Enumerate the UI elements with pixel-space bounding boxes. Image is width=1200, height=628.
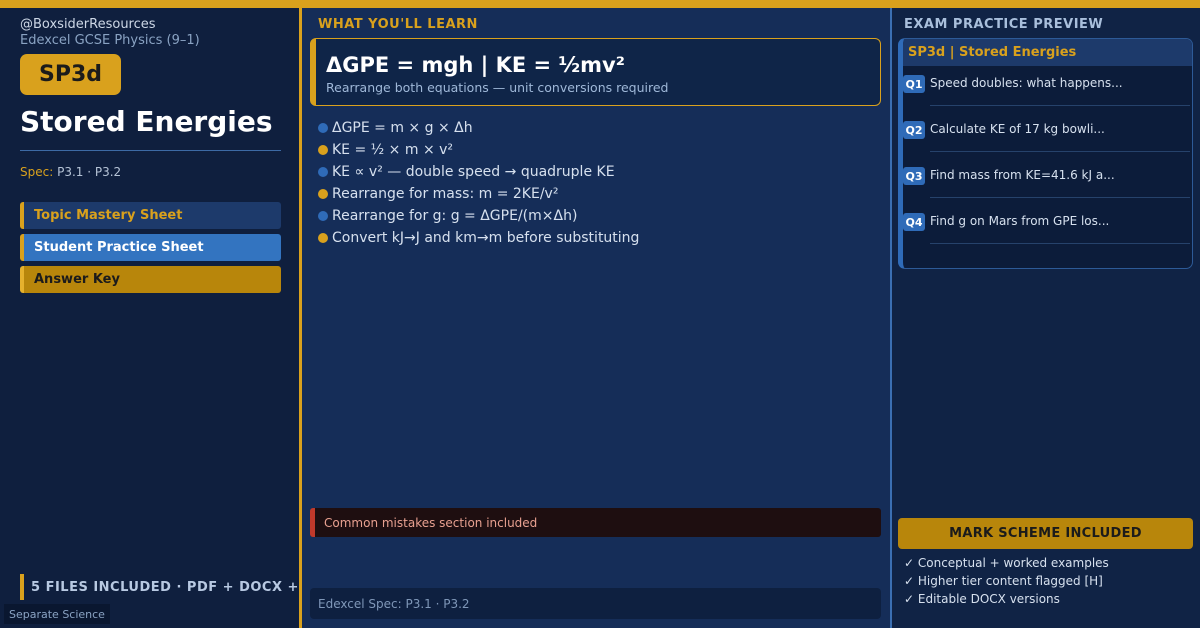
question-text: Speed doubles: what happens... xyxy=(930,76,1123,90)
list-item: ΔGPE = m × g × Δh xyxy=(318,117,639,139)
answer-line xyxy=(930,105,1190,106)
learning-point: Rearrange for g: g = ΔGPE/(m×Δh) xyxy=(332,208,578,224)
list-item: KE ∝ v² — double speed → quadruple KE xyxy=(318,161,639,183)
student-practice-sheet-button[interactable]: Student Practice Sheet xyxy=(20,234,281,261)
question-number-badge: Q3 xyxy=(903,167,925,185)
answer-line xyxy=(930,197,1190,198)
answer-line xyxy=(930,243,1190,244)
exam-card-title: SP3d | Stored Energies xyxy=(903,39,1192,66)
author-handle: @BoxsiderResources xyxy=(20,17,156,32)
question-number-badge: Q4 xyxy=(903,213,925,231)
exam-preview-panel: EXAM PRACTICE PREVIEW SP3d | Stored Ener… xyxy=(892,8,1200,628)
question-text: Find g on Mars from GPE los... xyxy=(930,214,1110,228)
bullet-dot-icon xyxy=(318,233,328,243)
question-row: Q1 Speed doubles: what happens... xyxy=(903,71,1192,117)
brand-label: Separate Science xyxy=(4,604,110,624)
course-name: Edexcel GCSE Physics (9–1) xyxy=(20,33,200,48)
learning-point: KE ∝ v² — double speed → quadruple KE xyxy=(332,164,615,180)
question-number-badge: Q1 xyxy=(903,75,925,93)
common-mistakes-notice: Common mistakes section included xyxy=(310,508,881,537)
top-accent-bar xyxy=(0,0,1200,8)
bullet-dot-icon xyxy=(318,145,328,155)
learning-point: Convert kJ→J and km→m before substitutin… xyxy=(332,230,640,246)
question-row: Q3 Find mass from KE=41.6 kJ a... xyxy=(903,163,1192,209)
question-text: Calculate KE of 17 kg bowli... xyxy=(930,122,1105,136)
learning-point: KE = ½ × m × v² xyxy=(332,142,454,158)
question-row: Q4 Find g on Mars from GPE los... xyxy=(903,209,1192,255)
list-item: KE = ½ × m × v² xyxy=(318,139,639,161)
question-row: Q2 Calculate KE of 17 kg bowli... xyxy=(903,117,1192,163)
list-item: ✓ Editable DOCX versions xyxy=(904,592,1060,606)
spec-value: P3.1 · P3.2 xyxy=(57,165,122,179)
list-item: Rearrange for mass: m = 2KE/v² xyxy=(318,183,639,205)
answer-key-button[interactable]: Answer Key xyxy=(20,266,281,293)
divider xyxy=(20,150,281,151)
topic-mastery-sheet-button[interactable]: Topic Mastery Sheet xyxy=(20,202,281,229)
question-text: Find mass from KE=41.6 kJ a... xyxy=(930,168,1115,182)
list-item: ✓ Conceptual + worked examples xyxy=(904,556,1109,570)
bullet-dot-icon xyxy=(318,123,328,133)
mark-scheme-banner: MARK SCHEME INCLUDED xyxy=(898,518,1193,549)
list-item: Rearrange for g: g = ΔGPE/(m×Δh) xyxy=(318,205,639,227)
formula-note: Rearrange both equations — unit conversi… xyxy=(326,80,669,95)
bullet-dot-icon xyxy=(318,189,328,199)
bullet-dot-icon xyxy=(318,211,328,221)
list-item: ✓ Higher tier content flagged [H] xyxy=(904,574,1103,588)
learning-points-list: ΔGPE = m × g × Δh KE = ½ × m × v² KE ∝ v… xyxy=(318,117,639,249)
formula-box: ΔGPE = mgh | KE = ½mv² Rearrange both eq… xyxy=(310,38,881,106)
key-formulas: ΔGPE = mgh | KE = ½mv² xyxy=(326,53,625,77)
list-item: Convert kJ→J and km→m before substitutin… xyxy=(318,227,639,249)
topic-code-badge: SP3d xyxy=(20,54,121,95)
question-number-badge: Q2 xyxy=(903,121,925,139)
exam-preview-card: SP3d | Stored Energies Q1 Speed doubles:… xyxy=(898,38,1193,269)
page-title: Stored Energies xyxy=(20,105,273,138)
spec-footer: Edexcel Spec: P3.1 · P3.2 xyxy=(310,588,881,619)
learning-point: Rearrange for mass: m = 2KE/v² xyxy=(332,186,559,202)
left-panel: @BoxsiderResources Edexcel GCSE Physics … xyxy=(0,8,336,628)
answer-line xyxy=(930,151,1190,152)
section-heading-learn: WHAT YOU'LL LEARN xyxy=(318,17,478,32)
spec-label: Spec: xyxy=(20,165,54,179)
learning-panel: WHAT YOU'LL LEARN ΔGPE = mgh | KE = ½mv²… xyxy=(302,8,890,628)
spec-reference: Spec: P3.1 · P3.2 xyxy=(20,165,121,179)
learning-point: ΔGPE = m × g × Δh xyxy=(332,120,473,136)
section-heading-exam: EXAM PRACTICE PREVIEW xyxy=(904,17,1104,32)
files-included-banner: 5 FILES INCLUDED · PDF + DOCX + PNG xyxy=(20,574,337,600)
bullet-dot-icon xyxy=(318,167,328,177)
features-checklist: ✓ Conceptual + worked examples ✓ Higher … xyxy=(904,554,1109,608)
